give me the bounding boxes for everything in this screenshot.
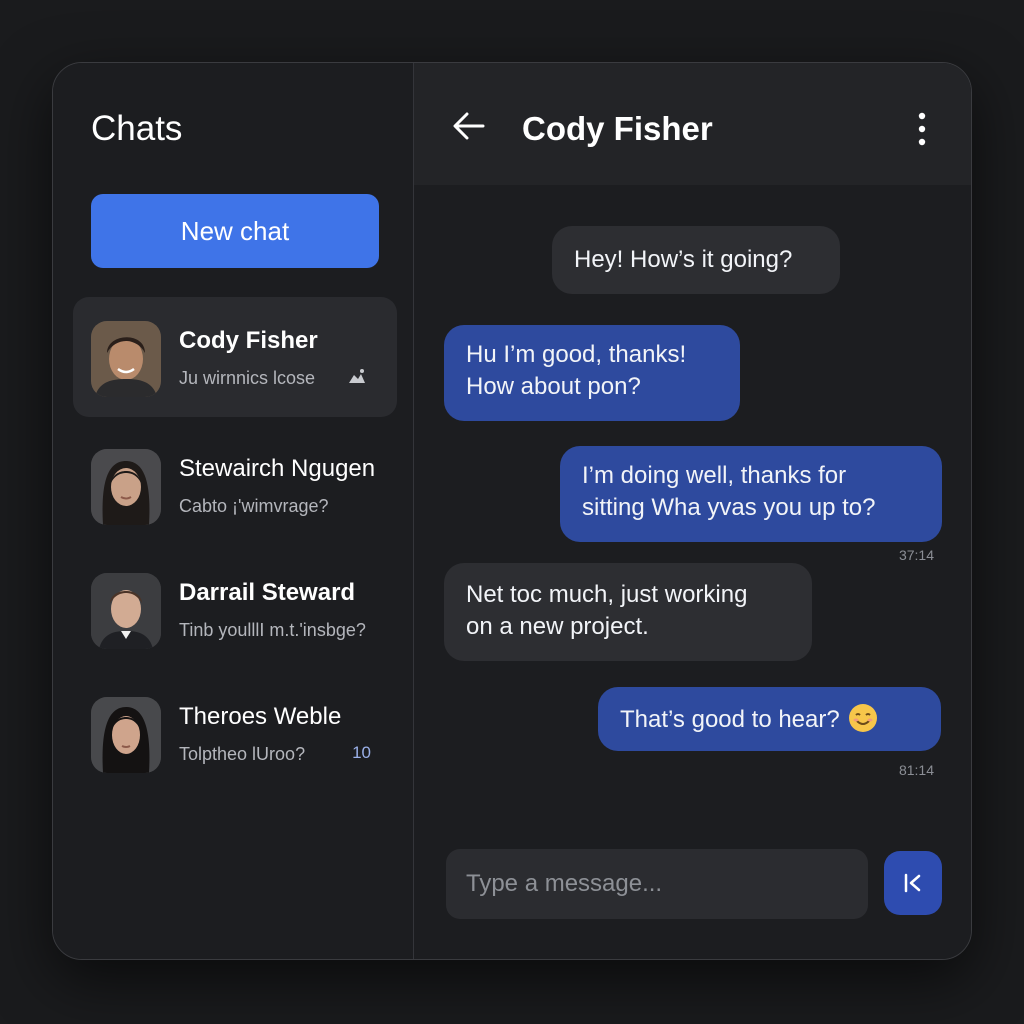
message-bubble-outgoing: That’s good to hear? [598, 687, 941, 751]
send-button[interactable] [884, 851, 942, 915]
contact-item-stewairch-ngugen[interactable]: Stewairch Ngugen Cabto ¡'wimvrage? [73, 425, 397, 545]
smile-emoji-icon [849, 704, 878, 732]
message-text: How about pon? [466, 373, 641, 400]
message-bubble-incoming: Hey! How’s it going? [552, 226, 840, 294]
message-text: That’s good to hear? [620, 706, 840, 733]
contact-preview: Ju wirnnics lcose [179, 368, 316, 388]
unread-count: 10 [352, 743, 371, 762]
message-input[interactable] [446, 849, 868, 919]
chat-window: Chats New chat Cody Fisher Ju wirnnics l… [52, 62, 972, 960]
contact-preview: Tolptheo lUroo? [179, 744, 306, 764]
message-timestamp: 81:14 [898, 762, 934, 778]
contact-name: Theroes Weble [179, 703, 342, 730]
contact-item-cody-fisher[interactable]: Cody Fisher Ju wirnnics lcose [73, 297, 397, 417]
message-bubble-incoming: Net toc much, just working on a new proj… [444, 563, 812, 661]
conversation-panel: Cody Fisher Hey! How’s it going? Hu I’m … [414, 63, 971, 959]
sidebar: Chats New chat Cody Fisher Ju wirnnics l… [53, 63, 414, 959]
contact-name: Darrail Steward [179, 579, 356, 606]
contact-name: Stewairch Ngugen [179, 455, 376, 482]
avatar [91, 697, 161, 773]
avatar [91, 321, 161, 397]
avatar [91, 449, 161, 525]
arrow-left-icon[interactable] [452, 109, 486, 143]
contact-item-theroes-weble[interactable]: Theroes Weble Tolptheo lUroo? 10 [73, 673, 397, 793]
contact-item-darrail-steward[interactable]: Darrail Steward Tinb youlllI m.t.'insbge… [73, 549, 397, 669]
conversation-header: Cody Fisher [414, 63, 971, 185]
conversation-title: Cody Fisher [522, 110, 713, 147]
send-icon [904, 873, 921, 893]
message-text: on a new project. [466, 613, 649, 640]
image-icon [349, 369, 365, 383]
contact-preview: Tinb youlllI m.t.'insbge? [179, 620, 366, 640]
message-text: I’m doing well, thanks for [582, 462, 847, 489]
message-text: Hu I’m good, thanks! [466, 341, 687, 368]
more-vertical-icon[interactable] [911, 111, 933, 147]
message-text: Net toc much, just working [466, 581, 748, 608]
message-bubble-outgoing: Hu I’m good, thanks! How about pon? [444, 325, 740, 421]
new-chat-button[interactable]: New chat [91, 194, 379, 268]
avatar [91, 573, 161, 649]
sidebar-title: Chats [91, 109, 183, 148]
message-text: sitting Wha yvas you up to? [582, 494, 876, 521]
contact-name: Cody Fisher [179, 327, 318, 354]
contact-preview: Cabto ¡'wimvrage? [179, 496, 329, 516]
message-bubble-outgoing: I’m doing well, thanks for sitting Wha y… [560, 446, 942, 542]
message-text: Hey! How’s it going? [574, 246, 793, 273]
message-timestamp: 37:14 [898, 547, 934, 563]
